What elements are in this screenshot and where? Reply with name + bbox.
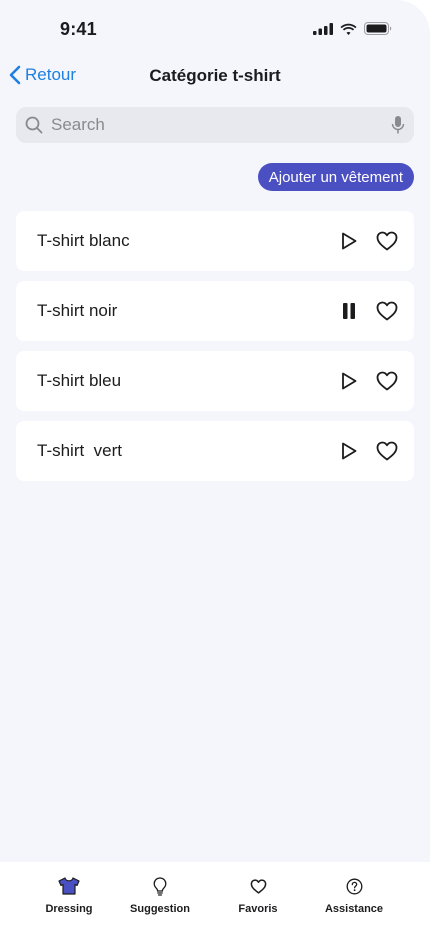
microphone-icon[interactable]	[391, 115, 405, 135]
search-input[interactable]	[49, 114, 391, 136]
pause-icon[interactable]	[338, 300, 360, 322]
tab-label: Suggestion	[130, 903, 190, 915]
item-label: T-shirt blanc	[37, 231, 130, 250]
item-label: T-shirt vert	[37, 441, 123, 460]
tshirt-list: T-shirt blanc T-shirt noir T-shirt bleu	[16, 211, 414, 491]
tab-label: Assistance	[324, 903, 384, 915]
heart-icon[interactable]	[375, 440, 399, 462]
item-label: T-shirt noir	[37, 301, 118, 320]
navigation-bar: Retour Catégorie t-shirt	[0, 56, 430, 96]
play-icon[interactable]	[338, 440, 360, 462]
tab-label: Dressing	[45, 903, 93, 915]
tab-favoris[interactable]: Favoris	[213, 862, 303, 915]
heart-icon[interactable]	[375, 300, 399, 322]
status-bar: 9:41	[0, 0, 430, 56]
heart-icon	[250, 876, 267, 896]
list-item[interactable]: T-shirt blanc	[16, 211, 414, 271]
item-label: T-shirt bleu	[37, 371, 122, 390]
play-icon[interactable]	[338, 230, 360, 252]
page-title: Catégorie t-shirt	[149, 66, 281, 85]
screen: 9:41 Retour Catégorie t-shirt Search Ajo…	[0, 0, 430, 932]
lightbulb-icon	[153, 876, 167, 896]
tab-bar: Dressing Suggestion Favoris Assistance	[0, 862, 430, 932]
status-time: 9:41	[60, 19, 97, 39]
question-circle-icon	[346, 876, 363, 896]
tab-assistance[interactable]: Assistance	[309, 862, 399, 915]
search-icon	[25, 116, 43, 134]
list-item[interactable]: T-shirt bleu	[16, 351, 414, 411]
tab-dressing[interactable]: Dressing	[24, 862, 114, 915]
tshirt-icon	[58, 876, 80, 896]
status-icons	[313, 22, 392, 35]
wifi-icon	[340, 23, 357, 35]
battery-icon	[364, 22, 392, 35]
add-clothing-button[interactable]: Ajouter un vêtement	[257, 163, 414, 191]
cellular-signal-icon	[313, 22, 333, 35]
list-item[interactable]: T-shirt noir	[16, 281, 414, 341]
list-item[interactable]: T-shirt vert	[16, 421, 414, 481]
heart-icon[interactable]	[375, 370, 399, 392]
tab-suggestion[interactable]: Suggestion	[115, 862, 205, 915]
tab-label: Favoris	[238, 903, 278, 915]
heart-icon[interactable]	[375, 230, 399, 252]
play-icon[interactable]	[338, 370, 360, 392]
search-bar[interactable]	[16, 107, 414, 143]
